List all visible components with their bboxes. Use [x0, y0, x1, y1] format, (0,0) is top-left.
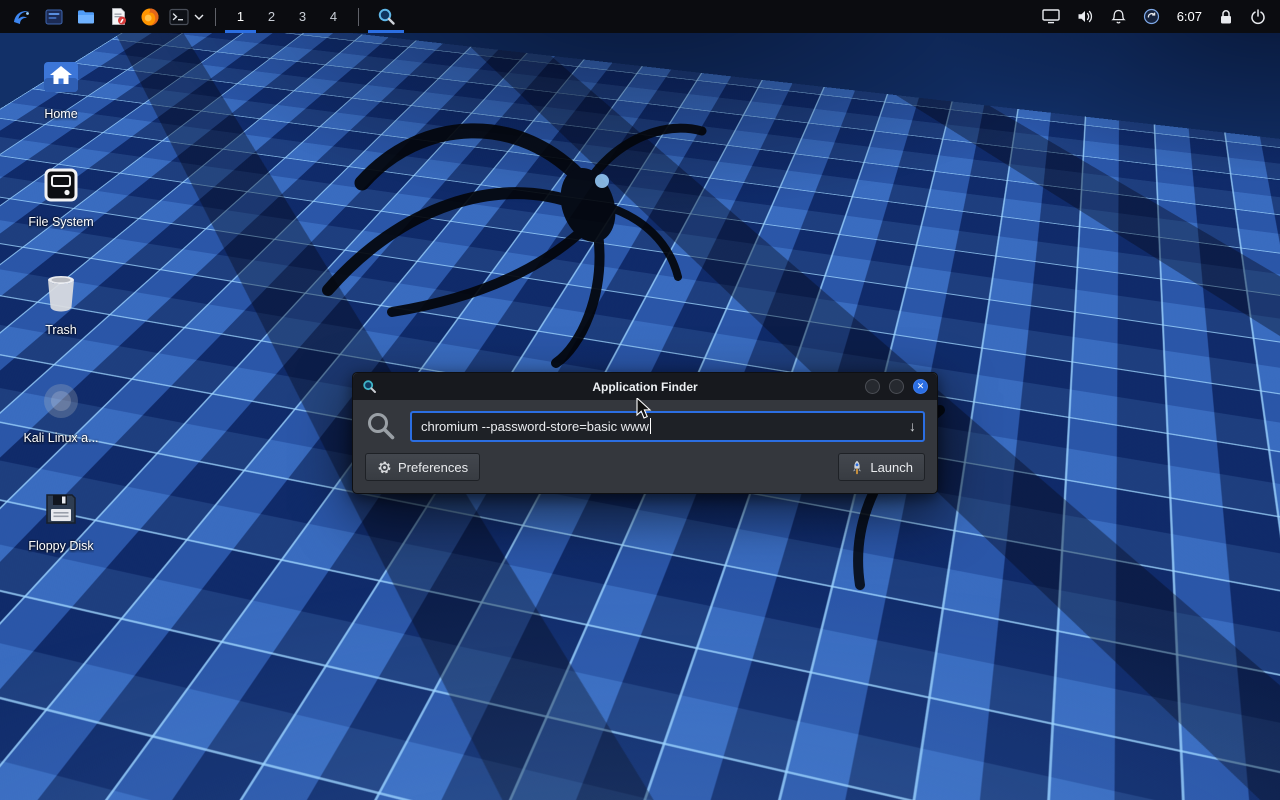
command-input-text: chromium --password-store=basic www — [421, 419, 649, 434]
close-button[interactable]: ✕ — [913, 379, 928, 394]
kali-linux-dimmed-icon — [38, 378, 84, 424]
clock-text: 6:07 — [1177, 9, 1202, 24]
launch-button-label: Launch — [870, 460, 913, 475]
kali-menu-button[interactable] — [6, 0, 38, 33]
file-manager-icon — [44, 7, 64, 27]
desktop-icon-label: Trash — [45, 323, 77, 337]
lock-screen-icon[interactable] — [1219, 0, 1233, 33]
firefox-icon — [140, 7, 160, 27]
text-caret — [650, 418, 651, 434]
panel-launcher-terminal[interactable] — [166, 0, 192, 33]
panel-separator — [358, 8, 359, 26]
finder-body: chromium --password-store=basic www ↓ Pr… — [353, 400, 937, 493]
floppy-disk-icon — [38, 486, 84, 532]
launch-rocket-icon — [850, 460, 864, 475]
panel-tray: 6:07 — [1042, 0, 1274, 33]
panel-left: 1 2 3 4 — [6, 0, 404, 33]
workspace-4-label: 4 — [330, 9, 337, 24]
workspace-3[interactable]: 3 — [287, 0, 318, 33]
workspace-1[interactable]: 1 — [225, 0, 256, 33]
preferences-button-label: Preferences — [398, 460, 468, 475]
workspace-2-label: 2 — [268, 9, 275, 24]
desktop-icon-label: File System — [28, 215, 93, 229]
minimize-button[interactable] — [865, 379, 880, 394]
workspace-3-label: 3 — [299, 9, 306, 24]
text-editor-icon — [109, 7, 128, 26]
desktop-icon-floppy-disk[interactable]: Floppy Disk — [10, 486, 112, 553]
desktop-icon-column: Home File System Trash — [10, 54, 112, 553]
kali-logo-icon — [11, 6, 33, 28]
kali-dragon-logo — [250, 55, 770, 385]
launch-button[interactable]: Launch — [838, 453, 925, 481]
workspace-2[interactable]: 2 — [256, 0, 287, 33]
terminal-icon — [169, 8, 189, 26]
panel-clock[interactable]: 6:07 — [1177, 9, 1202, 24]
desktop-icon-home[interactable]: Home — [10, 54, 112, 121]
notifications-bell-icon[interactable] — [1111, 0, 1126, 33]
desktop: 1 2 3 4 — [0, 0, 1280, 800]
desktop-icon-file-system[interactable]: File System — [10, 162, 112, 229]
button-row: Preferences Launch — [365, 453, 925, 481]
logout-power-icon[interactable] — [1250, 0, 1266, 33]
file-system-drive-icon — [38, 162, 84, 208]
gear-icon — [377, 460, 392, 475]
application-finder-task-icon — [377, 7, 396, 26]
application-finder-app-icon — [362, 379, 377, 394]
panel-launcher-file-manager[interactable] — [38, 0, 70, 33]
panel-separator — [215, 8, 216, 26]
panel-launcher-firefox[interactable] — [134, 0, 166, 33]
search-row: chromium --password-store=basic www ↓ — [365, 410, 925, 442]
trash-can-icon — [38, 270, 84, 316]
workspace-4[interactable]: 4 — [318, 0, 349, 33]
panel-launcher-files[interactable] — [70, 0, 102, 33]
software-update-icon[interactable] — [1143, 0, 1160, 33]
desktop-icon-label: Home — [44, 107, 77, 121]
desktop-icon-trash[interactable]: Trash — [10, 270, 112, 337]
volume-icon[interactable] — [1077, 0, 1094, 33]
folder-icon — [76, 7, 96, 27]
search-icon — [365, 410, 397, 442]
titlebar[interactable]: Application Finder ✕ — [353, 373, 937, 400]
application-finder-window: Application Finder ✕ chromium --password… — [352, 372, 938, 494]
top-panel: 1 2 3 4 — [0, 0, 1280, 33]
terminal-dropdown-button[interactable] — [192, 0, 206, 33]
chevron-down-icon — [194, 14, 204, 20]
workspace-1-label: 1 — [237, 9, 244, 24]
desktop-icon-label: Kali Linux a... — [23, 431, 98, 445]
display-settings-icon[interactable] — [1042, 0, 1060, 33]
taskbar-application-finder[interactable] — [368, 0, 404, 33]
window-buttons: ✕ — [865, 379, 928, 394]
command-input[interactable]: chromium --password-store=basic www ↓ — [410, 411, 925, 442]
maximize-button[interactable] — [889, 379, 904, 394]
close-icon: ✕ — [917, 382, 925, 391]
home-folder-icon — [38, 54, 84, 100]
desktop-icon-kali-linux[interactable]: Kali Linux a... — [10, 378, 112, 445]
preferences-button[interactable]: Preferences — [365, 453, 480, 481]
window-title: Application Finder — [353, 380, 937, 394]
panel-launcher-text-editor[interactable] — [102, 0, 134, 33]
entry-dropdown-arrow-icon[interactable]: ↓ — [909, 418, 916, 434]
desktop-icon-label: Floppy Disk — [28, 539, 93, 553]
